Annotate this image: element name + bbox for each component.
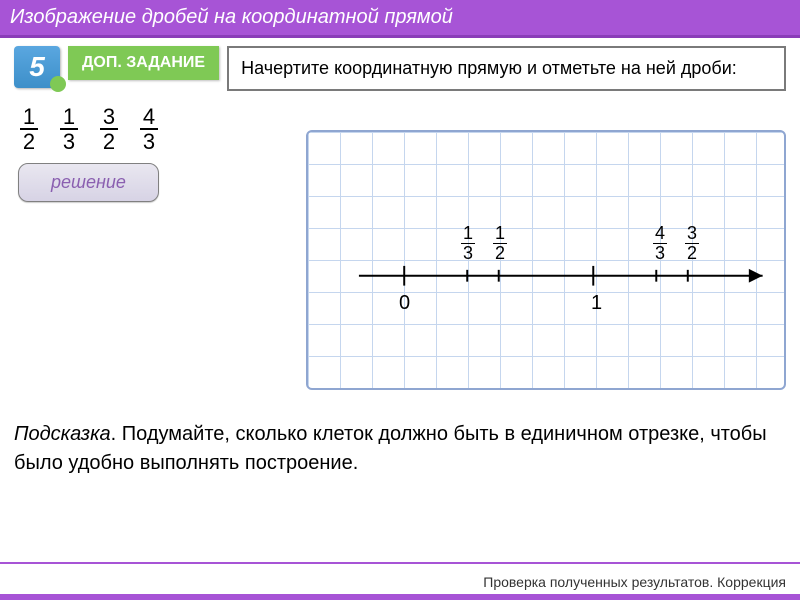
footer-text: Проверка полученных результатов. Коррекц…: [483, 574, 786, 590]
fraction-2: 13: [60, 105, 78, 153]
nl-mark-4-3: 43: [653, 224, 667, 263]
nl-label-1: 1: [591, 292, 602, 315]
task-type-badge: ДОП. ЗАДАНИЕ: [68, 46, 219, 80]
nl-mark-1-3: 13: [461, 224, 475, 263]
nl-label-0: 0: [399, 292, 410, 315]
solution-button[interactable]: решение: [18, 163, 159, 202]
hint-text: Подсказка. Подумайте, сколько клеток дол…: [14, 420, 786, 478]
fraction-1: 12: [20, 105, 38, 153]
fraction-3: 32: [100, 105, 118, 153]
footer-divider: [0, 562, 800, 564]
grade-badge: 5: [14, 46, 60, 88]
nl-mark-3-2: 32: [685, 224, 699, 263]
nl-mark-1-2: 12: [493, 224, 507, 263]
bottom-bar: [0, 594, 800, 600]
number-line-grid: 0 1 13 12 43 32: [306, 130, 786, 390]
task-instructions: Начертите координатную прямую и отметьте…: [227, 46, 786, 91]
fraction-4: 43: [140, 105, 158, 153]
number-line-svg: [308, 132, 784, 388]
page-title: Изображение дробей на координатной прямо…: [0, 0, 800, 38]
